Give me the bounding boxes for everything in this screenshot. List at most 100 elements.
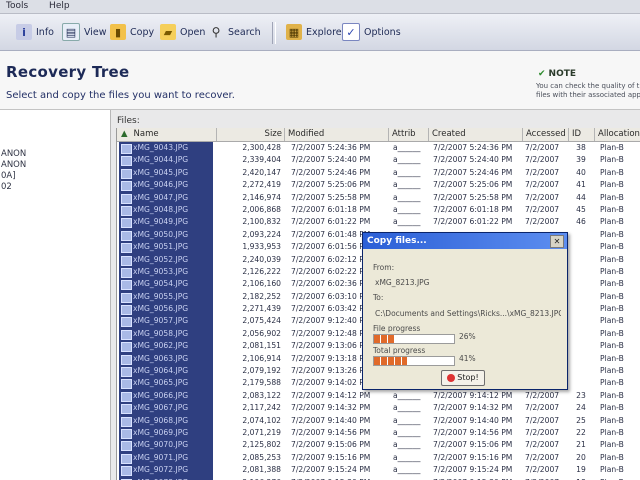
open-button[interactable]: ▰ Open [160,22,205,42]
table-row[interactable]: xMG_9048.JPG 2,006,868 7/2/2007 6:01:18 PM… [117,203,640,217]
table-row[interactable]: xMG_9044.JPG 2,339,404 7/2/2007 5:24:40 PM… [117,154,640,167]
table-row[interactable]: xMG_9067.JPG 2,117,242 7/2/2007 9:14:32 PM… [117,402,640,415]
file-created: 7/2/2007 9:15:16 PM [433,452,513,462]
file-size: 2,081,388 [242,465,281,475]
recovery-tree-panel: ANON ANON 0A] 02 [0,110,111,480]
file-accessed: 7/2/2007 [525,403,560,413]
page-subtitle: Select and copy the files you want to re… [6,90,235,101]
col-created-header[interactable]: Created [429,128,523,141]
file-size: 2,420,147 [242,167,281,177]
file-name: xMG_9046.JPG [119,179,213,192]
col-id-header[interactable]: ID [569,128,595,141]
file-progress-label: File progress [373,324,421,333]
file-created: 7/2/2007 9:14:56 PM [433,427,513,437]
note-line-1: You can check the quality of the rec [536,82,640,90]
explorer-button-label: Explorer [306,26,346,38]
table-row[interactable]: xMG_9045.JPG 2,420,147 7/2/2007 5:24:46 PM… [117,166,640,180]
info-button[interactable]: i Info [16,22,54,42]
file-name-text: xMG_9043.JPG [133,143,189,152]
close-icon[interactable]: ✕ [550,235,564,248]
open-button-label: Open [180,26,206,38]
image-file-icon [121,205,132,216]
file-size: 2,117,242 [242,403,281,413]
file-size: 2,146,974 [242,192,281,202]
col-accessed-header[interactable]: Accessed [523,128,569,141]
file-size: 2,083,122 [242,390,281,400]
table-row[interactable]: xMG_9073.JPG 2,106,276 7/2/2007 9:15:30 PM… [117,476,640,480]
file-id: 46 [576,217,586,227]
file-size: 2,071,219 [242,427,281,437]
col-name-header[interactable]: ▲ Name [117,128,217,141]
col-allocation-header[interactable]: Allocation by [595,128,640,141]
table-row[interactable]: xMG_9068.JPG 2,074,102 7/2/2007 9:14:40 PM… [117,414,640,427]
copy-button[interactable]: ▮ Copy [110,22,154,42]
file-created: 7/2/2007 5:24:36 PM [433,143,513,152]
image-file-icon [121,193,132,204]
file-name-text: xMG_9070.JPG [133,440,189,450]
table-row[interactable]: xMG_9072.JPG 2,081,388 7/2/2007 9:15:24 PM… [117,464,640,477]
tree-item[interactable]: 02 [0,182,110,193]
file-accessed: 7/2/2007 [525,415,560,425]
col-modified-header[interactable]: Modified [285,128,389,141]
file-accessed: 7/2/2007 [525,167,560,177]
file-name: xMG_9063.JPG [119,352,213,366]
file-attrib: a______ [393,440,421,450]
file-size: 2,272,419 [242,180,281,190]
info-icon: i [16,24,32,40]
total-progress-percent: 41% [459,354,476,363]
file-progress-percent: 26% [459,332,476,341]
tree-item[interactable]: ANON [0,160,110,171]
file-accessed: 7/2/2007 [525,143,560,152]
view-button[interactable]: ▤ View [62,22,107,42]
options-checkbox-icon: ✓ [342,23,360,41]
file-id [568,340,594,352]
explorer-button[interactable]: ▦ Explorer [286,22,346,42]
file-name-text: xMG_9051.JPG [133,242,189,252]
file-accessed: 7/2/2007 [525,465,560,475]
col-attrib-header[interactable]: Attrib [389,128,429,141]
file-id [568,241,594,253]
image-file-icon [121,391,132,402]
file-name-text: xMG_9063.JPG [133,353,189,363]
search-button[interactable]: ⚲ Search [208,22,261,42]
tree-item[interactable]: ANON [0,149,110,160]
image-file-icon [121,230,132,241]
file-attrib: a______ [393,167,421,177]
table-row[interactable]: xMG_9046.JPG 2,272,419 7/2/2007 5:25:06 PM… [117,179,640,192]
search-button-label: Search [228,26,261,38]
table-row[interactable]: xMG_9043.JPG 2,300,428 7/2/2007 5:24:36 PM… [117,142,640,155]
file-modified: 7/2/2007 5:24:46 PM [291,167,371,177]
menu-tools[interactable]: Tools [6,1,28,11]
table-row[interactable]: xMG_9071.JPG 2,085,253 7/2/2007 9:15:16 PM… [117,451,640,465]
tree-item[interactable]: 0A] [0,171,110,182]
file-attrib: a______ [393,192,421,202]
toolbar-separator [272,22,276,44]
stop-button[interactable]: Stop! [441,370,485,386]
file-attrib: a______ [393,415,421,425]
file-size: 2,075,424 [242,316,281,326]
file-created: 7/2/2007 9:14:32 PM [433,403,513,413]
table-row[interactable]: xMG_9069.JPG 2,071,219 7/2/2007 9:14:56 PM… [117,426,640,440]
options-button[interactable]: ✓ Options [342,22,401,42]
file-attrib: a______ [390,477,430,480]
col-size-header[interactable]: Size [217,128,285,141]
file-size: 2,074,102 [242,415,281,425]
menu-help[interactable]: Help [49,1,70,11]
file-size: 2,106,914 [242,353,281,363]
image-file-icon [121,168,132,179]
image-file-icon [121,367,132,378]
options-button-label: Options [364,26,401,38]
file-allocation: Plan-B [600,415,624,425]
table-row[interactable]: xMG_9066.JPG 2,083,122 7/2/2007 9:14:12 PM… [117,389,640,403]
file-name-text: xMG_9062.JPG [133,341,189,351]
image-file-icon [121,466,132,477]
table-row[interactable]: xMG_9070.JPG 2,125,802 7/2/2007 9:15:06 PM… [117,439,640,452]
file-attrib: a______ [393,155,421,165]
view-icon: ▤ [62,23,80,41]
file-allocation: Plan-B [600,279,624,289]
table-row[interactable]: xMG_9047.JPG 2,146,974 7/2/2007 5:25:58 PM… [117,191,640,204]
file-accessed: 7/2/2007 [525,204,560,214]
file-attrib: a______ [393,427,421,437]
table-row[interactable]: xMG_9049.JPG 2,100,832 7/2/2007 6:01:22 PM… [117,216,640,229]
image-file-icon [121,416,132,427]
